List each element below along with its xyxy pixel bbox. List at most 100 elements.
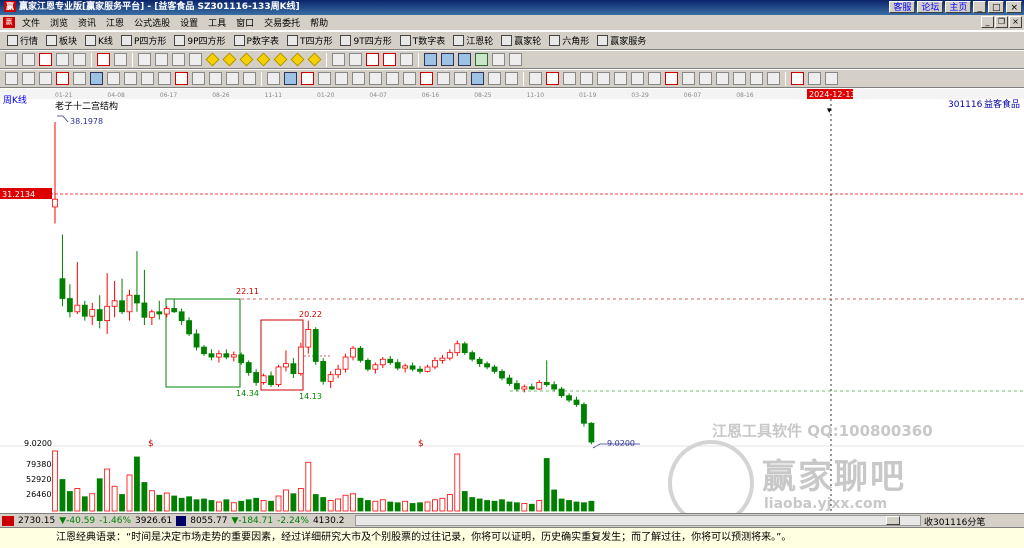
analysis-tool-icon[interactable]: [546, 72, 559, 85]
analysis-tool-icon[interactable]: [301, 72, 314, 85]
analysis-tool-icon[interactable]: [124, 72, 137, 85]
analysis-tool-icon[interactable]: [597, 72, 610, 85]
hand-icon[interactable]: [22, 53, 35, 66]
wave-tool-icon[interactable]: [383, 53, 396, 66]
analysis-tool-icon[interactable]: [335, 72, 348, 85]
diamond-icon[interactable]: [307, 52, 322, 67]
analysis-tool-icon[interactable]: [699, 72, 712, 85]
menu-file[interactable]: 文件: [17, 16, 45, 29]
analysis-tool-icon[interactable]: [454, 72, 467, 85]
analysis-tool-icon[interactable]: [580, 72, 593, 85]
toolbar-item-4[interactable]: 9P四方形: [170, 32, 229, 49]
toolbar-item-5[interactable]: P数字表: [230, 32, 283, 49]
diamond-icon[interactable]: [256, 52, 271, 67]
toolbar-item-7[interactable]: 9T四方形: [336, 32, 395, 49]
analysis-tool-icon[interactable]: [90, 72, 103, 85]
analysis-tool-icon[interactable]: [284, 72, 297, 85]
analysis-tool-icon[interactable]: [733, 72, 746, 85]
analysis-tool-icon[interactable]: [318, 72, 331, 85]
analysis-tool-icon[interactable]: [665, 72, 678, 85]
menu-tools[interactable]: 工具: [203, 16, 231, 29]
diamond-icon[interactable]: [273, 52, 288, 67]
analysis-tool-icon[interactable]: [505, 72, 518, 85]
save-icon[interactable]: [424, 53, 437, 66]
analysis-tool-icon[interactable]: [158, 72, 171, 85]
menu-gann[interactable]: 江恩: [101, 16, 129, 29]
menu-trade[interactable]: 交易委托: [259, 16, 305, 29]
analysis-tool-icon[interactable]: [226, 72, 239, 85]
zoom-icon[interactable]: [97, 53, 110, 66]
service-link-button[interactable]: 客服: [889, 1, 916, 13]
doc-minimize-button[interactable]: _: [981, 16, 994, 28]
menu-settings[interactable]: 设置: [175, 16, 203, 29]
toolbar-item-0[interactable]: 行情: [3, 32, 42, 49]
analysis-tool-icon[interactable]: [614, 72, 627, 85]
chart-tool-icon[interactable]: [475, 53, 488, 66]
analysis-tool-icon[interactable]: [825, 72, 838, 85]
diamond-icon[interactable]: [222, 52, 237, 67]
window-icon[interactable]: [458, 53, 471, 66]
doc-close-button[interactable]: ×: [1009, 16, 1022, 28]
toolbar-item-12[interactable]: 赢家服务: [593, 32, 650, 49]
forum-link-button[interactable]: 论坛: [917, 1, 944, 13]
diamond-icon[interactable]: [290, 52, 305, 67]
analysis-tool-icon[interactable]: [716, 72, 729, 85]
menu-window[interactable]: 窗口: [231, 16, 259, 29]
crosshair-icon[interactable]: [349, 53, 362, 66]
first-icon[interactable]: [138, 53, 151, 66]
menu-info[interactable]: 资讯: [73, 16, 101, 29]
toolbar-item-10[interactable]: 赢家轮: [497, 32, 545, 49]
analysis-tool-icon[interactable]: [267, 72, 280, 85]
analysis-tool-icon[interactable]: [682, 72, 695, 85]
analysis-tool-icon[interactable]: [767, 72, 780, 85]
analysis-tool-icon[interactable]: [175, 72, 188, 85]
analysis-tool-icon[interactable]: [22, 72, 35, 85]
analysis-tool-icon[interactable]: [56, 72, 69, 85]
menu-help[interactable]: 帮助: [305, 16, 333, 29]
analysis-tool-icon[interactable]: [386, 72, 399, 85]
home-link-button[interactable]: 主页: [945, 1, 972, 13]
toolbar-item-1[interactable]: 板块: [42, 32, 81, 49]
toolbar-item-3[interactable]: P四方形: [117, 32, 170, 49]
toolbar-item-6[interactable]: T四方形: [283, 32, 337, 49]
analysis-tool-icon[interactable]: [192, 72, 205, 85]
diamond-icon[interactable]: [239, 52, 254, 67]
analysis-tool-icon[interactable]: [141, 72, 154, 85]
scrollbar-thumb[interactable]: [886, 516, 900, 525]
analysis-tool-icon[interactable]: [352, 72, 365, 85]
analysis-tool-icon[interactable]: [107, 72, 120, 85]
menu-formula[interactable]: 公式选股: [129, 16, 175, 29]
disk-icon[interactable]: [441, 53, 454, 66]
tool-icon[interactable]: [509, 53, 522, 66]
minimize-button[interactable]: _: [973, 1, 986, 13]
analysis-tool-icon[interactable]: [420, 72, 433, 85]
toolbar-item-11[interactable]: 六角形: [545, 32, 593, 49]
analysis-tool-icon[interactable]: [488, 72, 501, 85]
print-icon[interactable]: [114, 53, 127, 66]
analysis-tool-icon[interactable]: [369, 72, 382, 85]
toolbar-item-2[interactable]: K线: [81, 32, 117, 49]
doc-restore-button[interactable]: ❐: [995, 16, 1008, 28]
analysis-tool-icon[interactable]: [437, 72, 450, 85]
circle-tool-icon[interactable]: [400, 53, 413, 66]
line-tool-icon[interactable]: [366, 53, 379, 66]
analysis-tool-icon[interactable]: [631, 72, 644, 85]
analysis-tool-icon[interactable]: [750, 72, 763, 85]
diamond-icon[interactable]: [205, 52, 220, 67]
analysis-tool-icon[interactable]: [563, 72, 576, 85]
maximize-button[interactable]: □: [987, 1, 1005, 13]
toolbar-item-9[interactable]: 江恩轮: [449, 32, 497, 49]
close-button[interactable]: ×: [1006, 1, 1022, 13]
analysis-tool-icon[interactable]: [529, 72, 542, 85]
arrow-down-icon[interactable]: [73, 53, 86, 66]
back-icon[interactable]: [172, 53, 185, 66]
analysis-tool-icon[interactable]: [648, 72, 661, 85]
price-icon[interactable]: [56, 53, 69, 66]
analysis-tool-icon[interactable]: [5, 72, 18, 85]
analysis-tool-icon[interactable]: [471, 72, 484, 85]
analysis-tool-icon[interactable]: [243, 72, 256, 85]
toolbar-item-8[interactable]: T数字表: [396, 32, 450, 49]
analysis-tool-icon[interactable]: [39, 72, 52, 85]
grid-icon[interactable]: [5, 53, 18, 66]
analysis-tool-icon[interactable]: [209, 72, 222, 85]
